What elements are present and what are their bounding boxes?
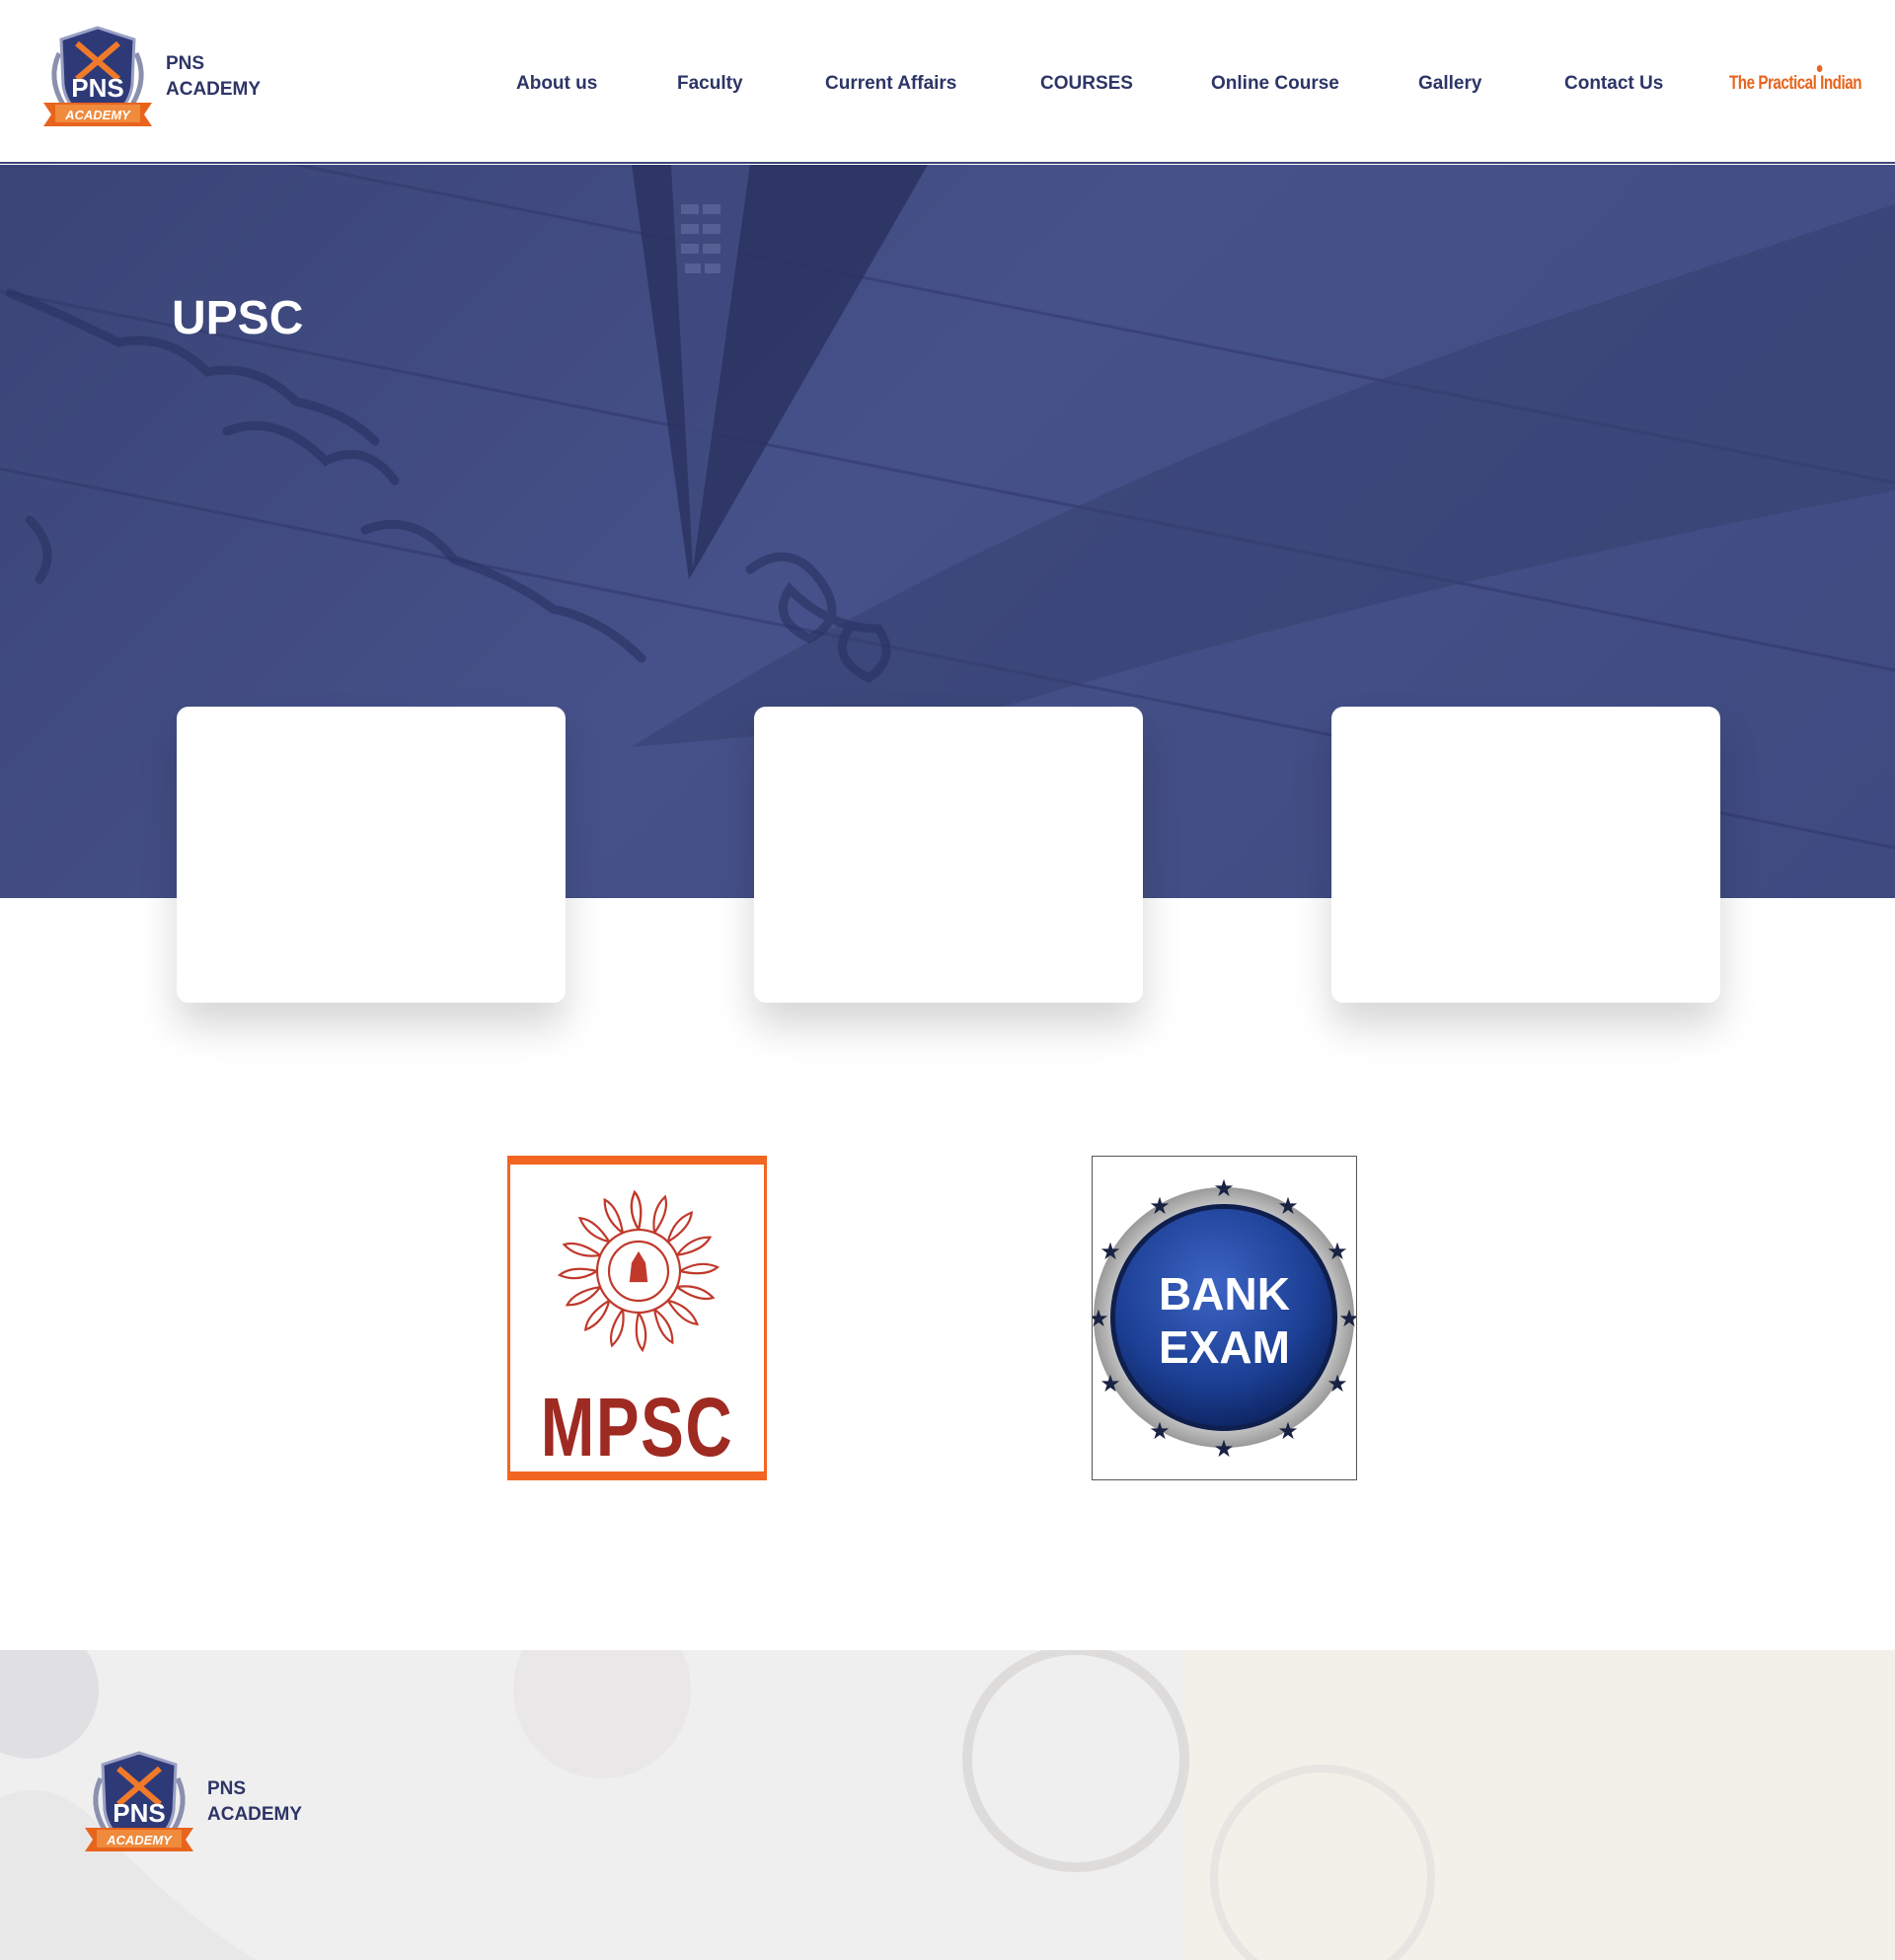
- bank-exam-line-1: BANK: [1159, 1268, 1290, 1319]
- nav-the-practical-indian[interactable]: The Practical Indian: [1729, 65, 1861, 99]
- nav-current-affairs[interactable]: Current Affairs: [825, 69, 956, 99]
- feature-card-1: [177, 707, 566, 1003]
- nav-gallery[interactable]: Gallery: [1418, 69, 1481, 99]
- site-header: PNS ACADEMY PNS ACADEMY About us Faculty…: [0, 0, 1895, 164]
- footer-brand[interactable]: PNS ACADEMY PNS ACADEMY: [81, 1749, 302, 1855]
- mpsc-label: MPSC: [540, 1381, 734, 1473]
- nav-faculty[interactable]: Faculty: [677, 69, 743, 99]
- svg-text:★: ★: [1149, 1417, 1171, 1445]
- feature-card-2: [754, 707, 1143, 1003]
- footer-brand-line-1: PNS: [207, 1778, 247, 1799]
- footer-pns-academy-logo-icon: PNS ACADEMY: [85, 1751, 193, 1851]
- footer-logo-text: PNS: [113, 1798, 165, 1828]
- svg-text:★: ★: [1326, 1238, 1348, 1265]
- footer-logo-ribbon-text: ACADEMY: [106, 1833, 173, 1847]
- site-footer: PNS ACADEMY PNS ACADEMY: [0, 1650, 1895, 1960]
- svg-text:★: ★: [1099, 1238, 1121, 1265]
- svg-text:★: ★: [1213, 1174, 1235, 1202]
- bank-exam-link[interactable]: ★ ★ ★ ★ ★ ★ ★ ★ ★ ★ ★ ★ BANK EXAM: [1092, 1156, 1357, 1480]
- feature-card-3: [1331, 707, 1720, 1003]
- main-nav: About us Faculty Current Affairs COURSES…: [0, 69, 1895, 99]
- mpsc-exam-link[interactable]: MPSC: [507, 1156, 767, 1480]
- svg-text:★: ★: [1149, 1192, 1171, 1220]
- svg-text:★: ★: [1277, 1417, 1299, 1445]
- footer-brand-name: PNS ACADEMY: [207, 1776, 302, 1828]
- svg-text:★: ★: [1099, 1370, 1121, 1397]
- svg-text:★: ★: [1213, 1435, 1235, 1463]
- bank-exam-line-2: EXAM: [1159, 1321, 1290, 1373]
- mpsc-emblem-icon: [557, 1189, 720, 1353]
- practical-indian-dot-icon: [1816, 65, 1823, 72]
- svg-text:★: ★: [1326, 1370, 1348, 1397]
- nav-online-course[interactable]: Online Course: [1211, 69, 1339, 99]
- practical-indian-label: The Practical Indian: [1729, 73, 1861, 94]
- nav-contact-us[interactable]: Contact Us: [1564, 69, 1663, 99]
- page-title: UPSC: [172, 292, 304, 344]
- svg-text:★: ★: [1277, 1192, 1299, 1220]
- footer-brand-line-2: ACADEMY: [207, 1804, 303, 1825]
- logo-ribbon-text: ACADEMY: [64, 108, 131, 122]
- nav-about-us[interactable]: About us: [516, 69, 597, 99]
- nav-courses[interactable]: COURSES: [1040, 69, 1133, 99]
- bank-exam-label: BANK EXAM: [1093, 1267, 1356, 1374]
